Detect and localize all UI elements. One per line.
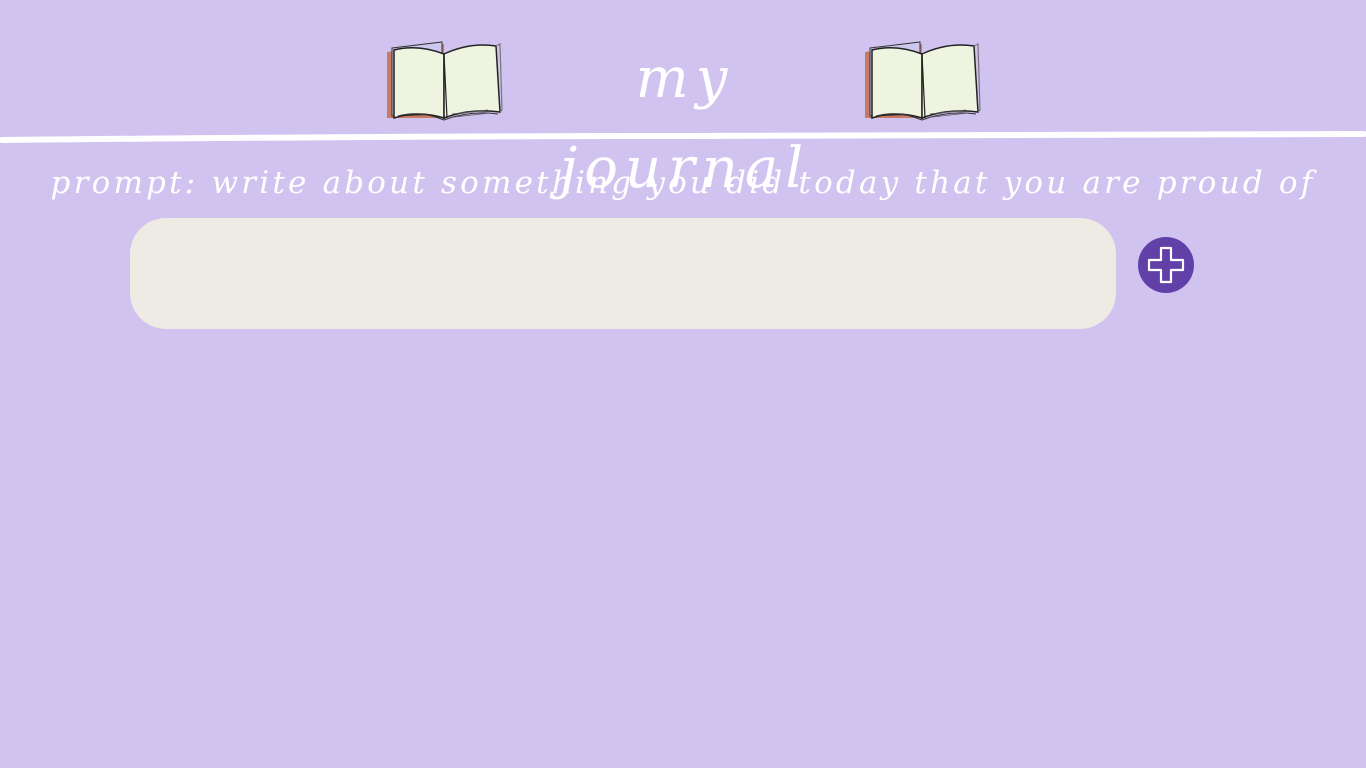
journal-prompt: prompt: write about something you did to… — [50, 165, 1316, 201]
open-book-icon — [865, 41, 981, 121]
header: my journal — [0, 0, 1366, 201]
open-book-icon — [387, 41, 503, 121]
add-entry-button[interactable] — [1138, 237, 1194, 293]
plus-icon — [1147, 246, 1185, 284]
header-divider — [0, 131, 1366, 143]
journal-entry-input[interactable] — [130, 218, 1116, 329]
